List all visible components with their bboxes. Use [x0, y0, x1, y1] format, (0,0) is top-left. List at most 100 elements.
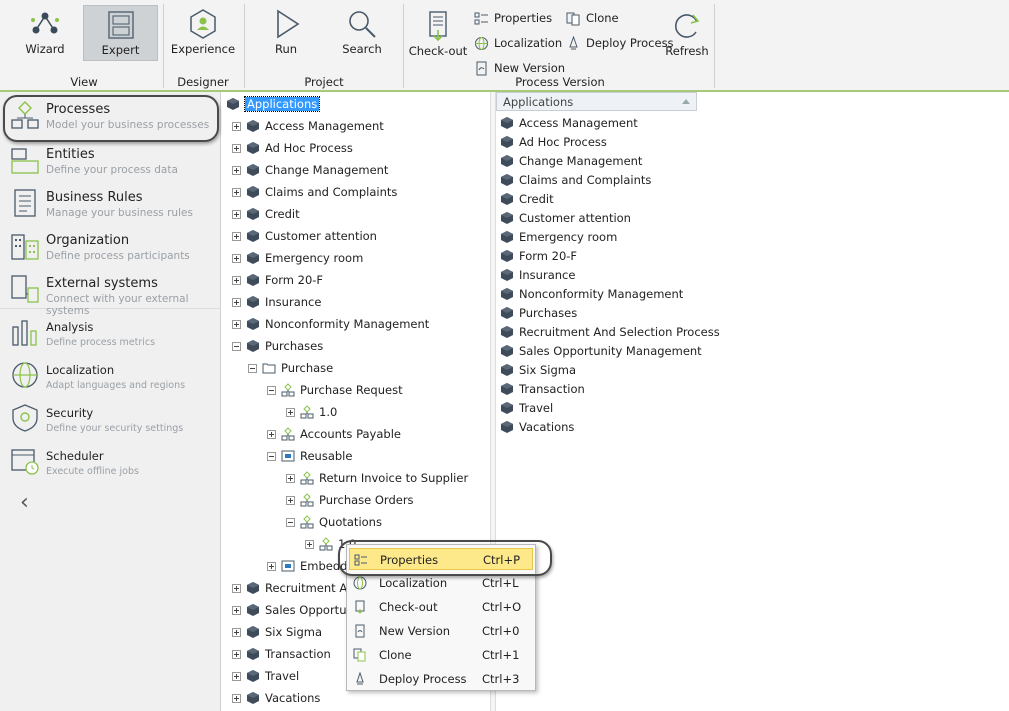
- tree-node[interactable]: Vacations: [232, 688, 320, 708]
- expand-toggle-icon[interactable]: [232, 693, 241, 703]
- expand-toggle-icon[interactable]: [305, 539, 314, 549]
- list-item[interactable]: Vacations: [500, 417, 574, 436]
- collapse-toggle-icon[interactable]: [286, 517, 295, 527]
- expand-toggle-icon[interactable]: [286, 495, 295, 505]
- expand-toggle-icon[interactable]: [232, 319, 241, 329]
- tree-node[interactable]: Transaction: [232, 644, 331, 664]
- globe-icon: [475, 36, 488, 50]
- tree-node[interactable]: Purchase: [248, 358, 333, 378]
- collapse-toggle-icon[interactable]: [232, 341, 241, 351]
- list-item[interactable]: Change Management: [500, 151, 642, 170]
- search-button[interactable]: Search: [327, 5, 397, 61]
- tree-node[interactable]: Credit: [232, 204, 300, 224]
- expand-toggle-icon[interactable]: [232, 143, 241, 153]
- context-menu-item-checkout[interactable]: Check-out Ctrl+O: [349, 596, 533, 618]
- list-item[interactable]: Six Sigma: [500, 360, 576, 379]
- tree-node[interactable]: Access Management: [232, 116, 384, 136]
- checkout-button[interactable]: Check-out: [408, 7, 468, 63]
- list-item[interactable]: Nonconformity Management: [500, 284, 683, 303]
- tree-node[interactable]: Insurance: [232, 292, 321, 312]
- tree-root[interactable]: Applications: [226, 94, 321, 114]
- tree-node[interactable]: Customer attention: [232, 226, 377, 246]
- tree-node[interactable]: Purchases: [232, 336, 323, 356]
- list-item[interactable]: Emergency room: [500, 227, 617, 246]
- tree-node[interactable]: Form 20-F: [232, 270, 323, 290]
- nav-item-organization[interactable]: Organization Define process participants: [0, 225, 221, 268]
- list-column-header[interactable]: Applications: [496, 92, 697, 111]
- tree-node[interactable]: Purchase Orders: [286, 490, 414, 510]
- wizard-button[interactable]: Wizard: [10, 5, 80, 61]
- tree-node[interactable]: Claims and Complaints: [232, 182, 397, 202]
- expand-toggle-icon[interactable]: [232, 231, 241, 241]
- list-item[interactable]: Purchases: [500, 303, 577, 322]
- list-item[interactable]: Credit: [500, 189, 554, 208]
- tree-node[interactable]: Sales Opportunit: [232, 600, 361, 620]
- run-button[interactable]: Run: [251, 5, 321, 61]
- tree-node[interactable]: Nonconformity Management: [232, 314, 429, 334]
- list-item[interactable]: Insurance: [500, 265, 575, 284]
- tree-node[interactable]: Quotations: [286, 512, 382, 532]
- nav-item-business-rules[interactable]: Business Rules Manage your business rule…: [0, 182, 221, 225]
- reusable-process-icon: [281, 560, 295, 572]
- expand-toggle-icon[interactable]: [232, 165, 241, 175]
- context-menu-item-new-version[interactable]: New Version Ctrl+0: [349, 620, 533, 642]
- expand-toggle-icon[interactable]: [232, 253, 241, 263]
- expand-toggle-icon[interactable]: [267, 429, 276, 439]
- tree-node-label: Six Sigma: [265, 625, 323, 639]
- tree-node[interactable]: Travel: [232, 666, 299, 686]
- expand-toggle-icon[interactable]: [232, 121, 241, 131]
- nav-item-localization[interactable]: Localization Adapt languages and regions: [0, 354, 221, 397]
- nav-item-entities[interactable]: Entities Define your process data: [0, 139, 221, 182]
- list-item[interactable]: Recruitment And Selection Process: [500, 322, 720, 341]
- list-item[interactable]: Sales Opportunity Management: [500, 341, 702, 360]
- clone-button[interactable]: Clone: [566, 8, 619, 28]
- list-item[interactable]: Form 20-F: [500, 246, 577, 265]
- expand-toggle-icon[interactable]: [267, 561, 276, 571]
- expand-toggle-icon[interactable]: [232, 297, 241, 307]
- highlight-annotation: [338, 540, 552, 576]
- collapse-panel-button[interactable]: ‹: [20, 490, 29, 515]
- expand-toggle-icon[interactable]: [232, 209, 241, 219]
- expand-toggle-icon[interactable]: [232, 627, 241, 637]
- tree-node[interactable]: Change Management: [232, 160, 388, 180]
- expand-toggle-icon[interactable]: [286, 473, 295, 483]
- expand-toggle-icon[interactable]: [232, 671, 241, 681]
- collapse-toggle-icon[interactable]: [267, 385, 276, 395]
- collapse-toggle-icon[interactable]: [267, 451, 276, 461]
- nav-item-security[interactable]: Security Define your security settings: [0, 397, 221, 440]
- experience-button[interactable]: Experience: [168, 5, 238, 61]
- list-item[interactable]: Customer attention: [500, 208, 631, 227]
- tree-node[interactable]: 1.0: [286, 402, 337, 422]
- collapse-toggle-icon[interactable]: [248, 363, 257, 373]
- tree-node[interactable]: Six Sigma: [232, 622, 322, 642]
- properties-button[interactable]: Properties: [474, 8, 552, 28]
- tree-node[interactable]: Ad Hoc Process: [232, 138, 353, 158]
- list-item[interactable]: Travel: [500, 398, 553, 417]
- nav-item-external-systems[interactable]: External systems Connect with your exter…: [0, 268, 221, 317]
- tree-node[interactable]: Accounts Payable: [267, 424, 401, 444]
- context-menu-item-clone[interactable]: Clone Ctrl+1: [349, 644, 533, 666]
- nav-item-analysis[interactable]: Analysis Define process metrics: [0, 311, 221, 354]
- tree-node[interactable]: Purchase Request: [267, 380, 403, 400]
- localization-button[interactable]: Localization: [474, 33, 562, 53]
- nav-item-scheduler[interactable]: Scheduler Execute offline jobs: [0, 440, 221, 483]
- deploy-process-button[interactable]: Deploy Process: [566, 33, 674, 53]
- refresh-button[interactable]: Refresh: [664, 7, 710, 63]
- expand-toggle-icon[interactable]: [232, 187, 241, 197]
- expand-toggle-icon[interactable]: [232, 605, 241, 615]
- list-item[interactable]: Claims and Complaints: [500, 170, 651, 189]
- list-item[interactable]: Transaction: [500, 379, 585, 398]
- expand-toggle-icon[interactable]: [232, 275, 241, 285]
- list-item[interactable]: Access Management: [500, 113, 638, 132]
- tree-node[interactable]: Reusable: [267, 446, 352, 466]
- expert-button[interactable]: Expert: [83, 5, 158, 61]
- tree-node[interactable]: Recruitment And: [232, 578, 362, 598]
- expand-toggle-icon[interactable]: [232, 583, 241, 593]
- expand-toggle-icon[interactable]: [232, 649, 241, 659]
- context-menu-item-deploy-process[interactable]: Deploy Process Ctrl+3: [349, 668, 533, 690]
- expand-toggle-icon[interactable]: [286, 407, 295, 417]
- list-item-label: Transaction: [519, 381, 585, 396]
- list-item[interactable]: Ad Hoc Process: [500, 132, 607, 151]
- tree-node[interactable]: Return Invoice to Supplier: [286, 468, 468, 488]
- tree-node[interactable]: Emergency room: [232, 248, 363, 268]
